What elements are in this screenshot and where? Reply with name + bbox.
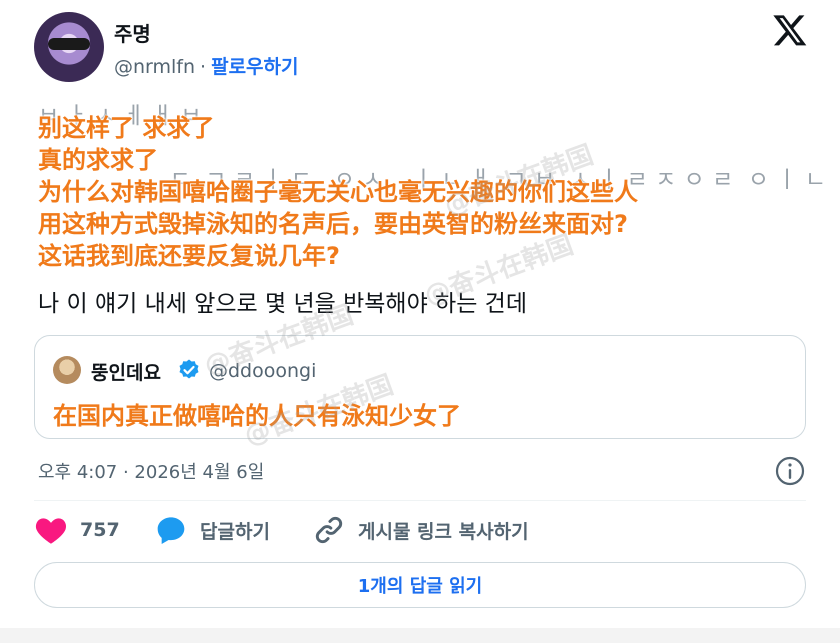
author-handle-row: @nrmlfn · 팔로우하기 — [114, 52, 299, 79]
tweet-card: 주명 @nrmlfn · 팔로우하기 ㅂ ㅏ ㅅ ㅔ ㅐ ㅂ ㄷ ㄱ ㄹ ㅣ ㄷ ㅇ… — [0, 0, 840, 643]
reply-label: 답글하기 — [200, 520, 270, 543]
verified-badge-icon — [179, 359, 199, 379]
divider — [34, 500, 806, 501]
copy-link-label: 게시물 링크 복사하기 — [358, 520, 529, 543]
author-handle[interactable]: @nrmlfn — [114, 56, 195, 78]
like-button[interactable]: 757 — [34, 510, 120, 550]
overlay-line: 为什么对韩国嘻哈圈子毫无关心也毫无兴趣的你们这些人 — [38, 178, 638, 206]
author-display-name[interactable]: 주명 — [114, 18, 151, 47]
overlay-line: 这话我到底还要反复说几年? — [38, 242, 340, 270]
quoted-post-text: 在国内真正做嘻哈的人只有泳知少女了 — [53, 402, 461, 430]
action-bar: 757 답글하기 게시물 링크 복사하기 — [34, 510, 806, 550]
post-text-last-line: 나 이 얘기 내세 앞으로 몇 년을 반복해야 하는 건데 — [38, 291, 527, 317]
like-count: 757 — [80, 519, 120, 541]
translation-overlay: 别这样了 求求了 真的求求了 为什么对韩国嘻哈圈子毫无关心也毫无兴趣的你们这些人… — [38, 112, 638, 272]
avatar-sunglasses — [48, 38, 90, 50]
overlay-line: 用这种方式毁掉泳知的名声后，要由英智的粉丝来面对? — [38, 210, 628, 238]
overlay-line: 别这样了 求求了 — [38, 114, 215, 142]
read-replies-button[interactable]: 1개의 답글 읽기 — [34, 562, 806, 608]
bottom-band — [0, 628, 840, 643]
quoted-author-avatar[interactable] — [53, 356, 81, 384]
quoted-author-handle[interactable]: @ddooongi — [209, 360, 316, 382]
reply-button[interactable]: 답글하기 — [154, 510, 270, 550]
follow-button[interactable]: 팔로우하기 — [211, 56, 298, 78]
author-avatar[interactable] — [34, 12, 104, 82]
quoted-post[interactable]: 뚱인데요 @ddooongi 在国内真正做嘻哈的人只有泳知少女了 — [34, 335, 806, 439]
copy-link-button[interactable]: 게시물 링크 복사하기 — [312, 510, 529, 550]
x-logo-icon[interactable] — [772, 12, 808, 48]
reply-bubble-icon — [157, 517, 185, 544]
heart-icon — [35, 518, 67, 544]
separator-dot: · — [200, 56, 207, 78]
info-icon[interactable] — [774, 455, 806, 487]
overlay-line: 真的求求了 — [38, 146, 158, 174]
quoted-author-name[interactable]: 뚱인데요 — [91, 358, 161, 385]
link-icon — [315, 516, 343, 544]
post-timestamp[interactable]: 오후 4:07 · 2026년 4월 6일 — [38, 458, 264, 484]
